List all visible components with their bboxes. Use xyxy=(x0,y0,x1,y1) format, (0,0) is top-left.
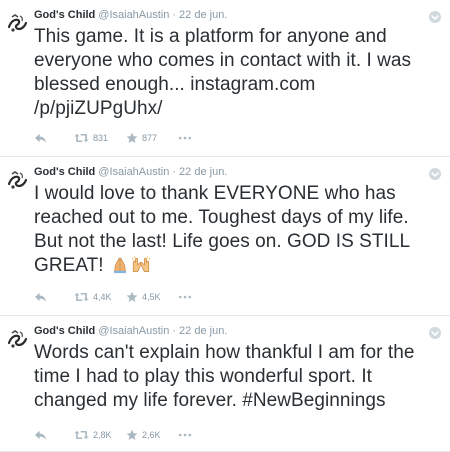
tweet-date[interactable]: 22 de jun. xyxy=(179,324,227,338)
favorite-count: 877 xyxy=(142,133,158,143)
favorite-button[interactable]: 877 xyxy=(126,132,178,144)
tweet-text: Words can't explain how thankful I am fo… xyxy=(34,342,415,411)
separator: · xyxy=(172,9,177,21)
retweet-count: 2,8K xyxy=(93,430,112,440)
separator: · xyxy=(172,325,177,337)
favorite-count: 2,6K xyxy=(142,430,161,440)
tweet[interactable]: God's Child @IsaiahAustin · 22 de jun. I… xyxy=(0,157,450,316)
reply-icon xyxy=(34,292,47,303)
avatar[interactable] xyxy=(6,11,30,35)
more-icon xyxy=(178,295,192,299)
retweet-icon xyxy=(74,292,89,302)
caret-down-icon[interactable] xyxy=(428,10,442,24)
retweet-count: 4,4K xyxy=(93,292,112,302)
more-icon xyxy=(178,136,192,140)
tweet-header: God's Child @IsaiahAustin · 22 de jun. xyxy=(34,8,440,22)
retweet-icon xyxy=(74,133,89,143)
retweet-button[interactable]: 4,4K xyxy=(74,292,126,302)
retweet-count: 831 xyxy=(93,133,109,143)
reply-icon xyxy=(34,430,47,441)
reply-button[interactable] xyxy=(34,292,64,303)
author-handle[interactable]: @IsaiahAustin xyxy=(98,324,169,338)
tweet-text: This game. It is a platform for anyone a… xyxy=(34,25,440,121)
retweet-icon xyxy=(74,430,89,440)
author-name[interactable]: God's Child xyxy=(34,8,95,22)
more-button[interactable] xyxy=(178,295,198,299)
folded-hands-emoji xyxy=(111,256,129,281)
retweet-button[interactable]: 2,8K xyxy=(74,430,126,440)
reply-button[interactable] xyxy=(34,430,64,441)
tweet[interactable]: God's Child @IsaiahAustin · 22 de jun. W… xyxy=(0,316,450,452)
separator: · xyxy=(172,166,177,178)
more-button[interactable] xyxy=(178,136,198,140)
tweet-actions: 2,8K 2,6K xyxy=(34,428,198,442)
tweet[interactable]: God's Child @IsaiahAustin · 22 de jun. T… xyxy=(0,0,450,157)
author-name[interactable]: God's Child xyxy=(34,165,95,179)
tweet-text-body: I would love to thank EVERYONE who has r… xyxy=(34,183,410,276)
avatar[interactable] xyxy=(6,327,30,351)
tweet-date[interactable]: 22 de jun. xyxy=(179,165,227,179)
more-button[interactable] xyxy=(178,433,198,437)
reply-button[interactable] xyxy=(34,133,64,144)
star-icon xyxy=(126,291,138,303)
star-icon xyxy=(126,429,138,441)
author-handle[interactable]: @IsaiahAustin xyxy=(98,8,169,22)
favorite-count: 4,5K xyxy=(142,292,161,302)
tweet-timeline: God's Child @IsaiahAustin · 22 de jun. T… xyxy=(0,0,450,452)
raised-hands-emoji xyxy=(131,256,151,281)
tweet-actions: 831 877 xyxy=(34,131,198,145)
tweet-header: God's Child @IsaiahAustin · 22 de jun. xyxy=(34,165,440,179)
retweet-button[interactable]: 831 xyxy=(74,133,126,143)
avatar[interactable] xyxy=(6,168,30,192)
author-name[interactable]: God's Child xyxy=(34,324,95,338)
more-icon xyxy=(178,433,192,437)
tweet-text: I would love to thank EVERYONE who has r… xyxy=(34,182,440,281)
tweet-date[interactable]: 22 de jun. xyxy=(179,8,227,22)
caret-down-icon[interactable] xyxy=(428,167,442,181)
favorite-button[interactable]: 2,6K xyxy=(126,429,178,441)
reply-icon xyxy=(34,133,47,144)
caret-down-icon[interactable] xyxy=(428,326,442,340)
favorite-button[interactable]: 4,5K xyxy=(126,291,178,303)
star-icon xyxy=(126,132,138,144)
author-handle[interactable]: @IsaiahAustin xyxy=(98,165,169,179)
tweet-header: God's Child @IsaiahAustin · 22 de jun. xyxy=(34,324,440,338)
tweet-actions: 4,4K 4,5K xyxy=(34,290,198,304)
